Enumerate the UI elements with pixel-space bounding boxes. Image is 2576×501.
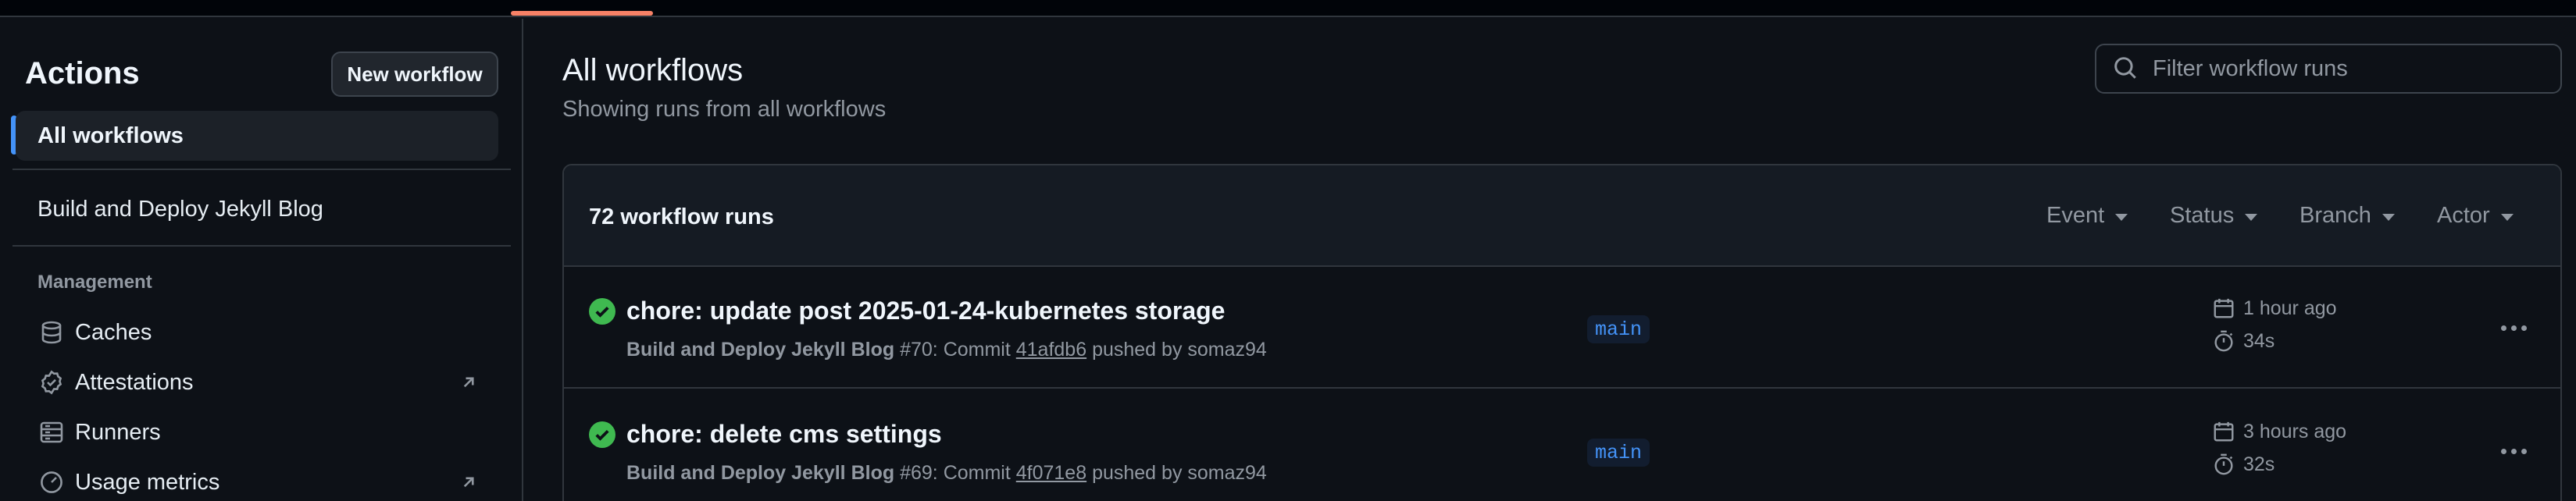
stopwatch-icon (2212, 329, 2235, 353)
filter-label: Status (2170, 203, 2235, 228)
filter-input[interactable] (2153, 55, 2559, 82)
filter-label: Branch (2299, 203, 2371, 228)
database-icon (37, 318, 66, 346)
sidebar-divider (12, 169, 511, 170)
run-number: #69 (900, 462, 933, 484)
run-meta: Build and Deploy Jekyll Blog #70: Commit… (626, 339, 1267, 361)
runs-list-header: 72 workflow runs Event Status Branch Act… (564, 165, 2560, 267)
workflow-runs-list: 72 workflow runs Event Status Branch Act… (562, 164, 2562, 501)
duration: 34s (2243, 329, 2275, 352)
sidebar-divider (12, 245, 511, 247)
time-ago: 1 hour ago (2243, 297, 2337, 319)
server-icon (37, 418, 66, 446)
chevron-down-icon (2382, 214, 2395, 221)
sidebar-item-label: Caches (75, 319, 152, 345)
workflow-run-row[interactable]: chore: delete cms settings Build and Dep… (564, 390, 2560, 501)
actor-filter-dropdown[interactable]: Actor (2437, 203, 2514, 229)
sidebar-item-label: Usage metrics (75, 469, 220, 495)
sidebar-item-all-workflows[interactable]: All workflows (16, 111, 498, 161)
chevron-down-icon (2115, 214, 2128, 221)
pushed-by-text: pushed by somaz94 (1086, 339, 1267, 361)
chevron-down-icon (2245, 214, 2258, 221)
branch-label[interactable]: main (1587, 439, 1650, 467)
time-ago: 3 hours ago (2243, 420, 2347, 442)
run-workflow-name[interactable]: Build and Deploy Jekyll Blog (626, 462, 894, 484)
chevron-down-icon (2500, 214, 2514, 221)
check-circle-icon (589, 298, 615, 325)
sidebar-item-label: Runners (75, 419, 161, 445)
new-workflow-button[interactable]: New workflow (331, 52, 498, 97)
commit-sha-link[interactable]: 4f071e8 (1016, 462, 1086, 484)
run-workflow-name[interactable]: Build and Deploy Jekyll Blog (626, 339, 894, 361)
more-options-button[interactable] (2495, 435, 2532, 467)
run-meta: Build and Deploy Jekyll Blog #69: Commit… (626, 462, 1267, 485)
filter-workflow-runs[interactable] (2095, 44, 2562, 94)
run-duration: 34s (2212, 329, 2275, 353)
external-link-icon (458, 371, 480, 393)
sidebar-item-label: All workflows (37, 123, 184, 148)
verified-icon (37, 368, 66, 396)
pushed-by-text: pushed by somaz94 (1086, 462, 1267, 484)
commit-sha-link[interactable]: 41afdb6 (1016, 339, 1086, 361)
run-number: #70 (900, 339, 933, 361)
actions-sidebar: Actions New workflow All workflows Build… (0, 19, 523, 501)
sidebar-item-runners[interactable]: Runners (37, 415, 491, 449)
branch-filter-dropdown[interactable]: Branch (2299, 203, 2395, 229)
sidebar-item-caches[interactable]: Caches (37, 315, 491, 350)
branch-label[interactable]: main (1587, 315, 1650, 343)
sidebar-item-usage-metrics[interactable]: Usage metrics (37, 465, 491, 499)
page-title: All workflows (562, 53, 744, 87)
runs-count: 72 workflow runs (589, 204, 774, 229)
commit-prefix: : Commit (932, 462, 1016, 484)
workflow-run-row[interactable]: chore: update post 2025-01-24-kubernetes… (564, 267, 2560, 389)
external-link-icon (458, 471, 480, 493)
event-filter-dropdown[interactable]: Event (2046, 203, 2128, 229)
sidebar-item-build-and-deploy-jekyll-blog[interactable]: Build and Deploy Jekyll Blog (37, 197, 323, 222)
meter-icon (37, 468, 66, 496)
duration: 32s (2243, 453, 2275, 475)
commit-prefix: : Commit (932, 339, 1016, 361)
calendar-icon (2212, 297, 2235, 320)
run-time: 3 hours ago (2212, 420, 2346, 443)
management-section-heading: Management (37, 272, 152, 293)
search-icon (2112, 55, 2140, 83)
page-subtitle: Showing runs from all workflows (562, 97, 887, 122)
run-time: 1 hour ago (2212, 297, 2337, 320)
top-nav-bar (0, 0, 2576, 17)
stopwatch-icon (2212, 453, 2235, 476)
run-title-link[interactable]: chore: delete cms settings (626, 420, 942, 449)
sidebar-item-attestations[interactable]: Attestations (37, 365, 491, 400)
filter-label: Event (2046, 203, 2105, 228)
sidebar-item-label: Attestations (75, 369, 194, 395)
check-circle-icon (589, 421, 615, 448)
run-duration: 32s (2212, 453, 2275, 476)
more-options-button[interactable] (2495, 312, 2532, 343)
sidebar-title: Actions (25, 56, 140, 91)
run-title-link[interactable]: chore: update post 2025-01-24-kubernetes… (626, 297, 1225, 325)
filter-label: Actor (2437, 203, 2490, 228)
status-filter-dropdown[interactable]: Status (2170, 203, 2258, 229)
active-tab-indicator (511, 11, 653, 16)
calendar-icon (2212, 420, 2235, 443)
